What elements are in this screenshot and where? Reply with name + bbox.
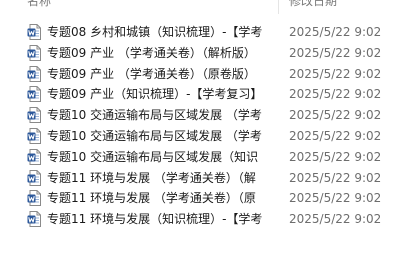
column-header-date-modified[interactable]: 修改日期 xyxy=(289,0,337,11)
file-date-modified: 2025/5/22 9:02 xyxy=(289,108,382,123)
word-document-icon xyxy=(27,86,41,103)
file-row[interactable]: 专题11 环境与发展（知识梳理）-【学考 2025/5/22 9:02 xyxy=(0,209,410,230)
file-row[interactable]: 专题09 产业（知识梳理）-【学考复习】 2025/5/22 9:02 xyxy=(0,84,410,105)
word-document-icon xyxy=(27,107,41,124)
file-list: 专题08 乡村和城镇（知识梳理）-【学考 2025/5/22 9:02 专题09 产… xyxy=(0,22,410,230)
word-document-icon xyxy=(27,65,41,82)
word-document-icon xyxy=(27,211,41,228)
file-row[interactable]: 专题10 交通运输布局与区域发展（知识 2025/5/22 9:02 xyxy=(0,147,410,168)
file-date-modified: 2025/5/22 9:02 xyxy=(289,25,382,39)
file-name[interactable]: 专题11 环境与发展 （学考通关卷）（原 xyxy=(47,188,273,208)
file-date-modified: 2025/5/22 9:02 xyxy=(289,66,382,81)
word-document-icon xyxy=(27,190,41,207)
file-date-modified: 2025/5/22 9:02 xyxy=(289,149,382,164)
file-row[interactable]: 专题11 环境与发展 （学考通关卷）（原 2025/5/22 9:02 xyxy=(0,188,410,209)
file-name[interactable]: 专题09 产业 （学考通关卷）（原卷版） xyxy=(47,64,273,84)
file-name[interactable]: 专题10 交通运输布局与区域发展 （学考 xyxy=(47,105,273,125)
file-row[interactable]: 专题10 交通运输布局与区域发展 （学考 2025/5/22 9:02 xyxy=(0,105,410,126)
file-date-modified: 2025/5/22 9:02 xyxy=(289,128,382,143)
file-name[interactable]: 专题10 交通运输布局与区域发展 （学考 xyxy=(47,126,273,146)
file-name[interactable]: 专题10 交通运输布局与区域发展（知识 xyxy=(47,147,273,167)
word-document-icon xyxy=(27,44,41,61)
column-header-name[interactable]: 名称 xyxy=(27,0,51,11)
file-row[interactable]: 专题09 产业 （学考通关卷）（原卷版） 2025/5/22 9:02 xyxy=(0,64,410,85)
word-document-icon xyxy=(27,148,41,165)
word-document-icon xyxy=(27,24,41,40)
file-date-modified: 2025/5/22 9:02 xyxy=(289,170,382,185)
column-divider[interactable] xyxy=(278,0,279,14)
file-name[interactable]: 专题09 产业 （学考通关卷）（解析版） xyxy=(47,43,273,63)
file-name[interactable]: 专题11 环境与发展 （学考通关卷）（解 xyxy=(47,168,273,188)
file-name[interactable]: 专题08 乡村和城镇（知识梳理）-【学考 xyxy=(47,22,273,42)
file-row[interactable]: 专题10 交通运输布局与区域发展 （学考 2025/5/22 9:02 xyxy=(0,126,410,147)
file-date-modified: 2025/5/22 9:02 xyxy=(289,45,382,60)
file-row[interactable]: 专题11 环境与发展 （学考通关卷）（解 2025/5/22 9:02 xyxy=(0,168,410,189)
word-document-icon xyxy=(27,127,41,144)
word-document-icon xyxy=(27,169,41,186)
file-date-modified: 2025/5/22 9:02 xyxy=(289,191,382,206)
file-name[interactable]: 专题09 产业（知识梳理）-【学考复习】 xyxy=(47,84,273,104)
file-row[interactable]: 专题08 乡村和城镇（知识梳理）-【学考 2025/5/22 9:02 xyxy=(0,22,410,43)
file-row[interactable]: 专题09 产业 （学考通关卷）（解析版） 2025/5/22 9:02 xyxy=(0,43,410,64)
file-name[interactable]: 专题11 环境与发展（知识梳理）-【学考 xyxy=(47,209,273,229)
column-header-bar: 名称 修改日期 xyxy=(0,0,410,14)
file-date-modified: 2025/5/22 9:02 xyxy=(289,87,382,102)
file-date-modified: 2025/5/22 9:02 xyxy=(289,212,382,227)
